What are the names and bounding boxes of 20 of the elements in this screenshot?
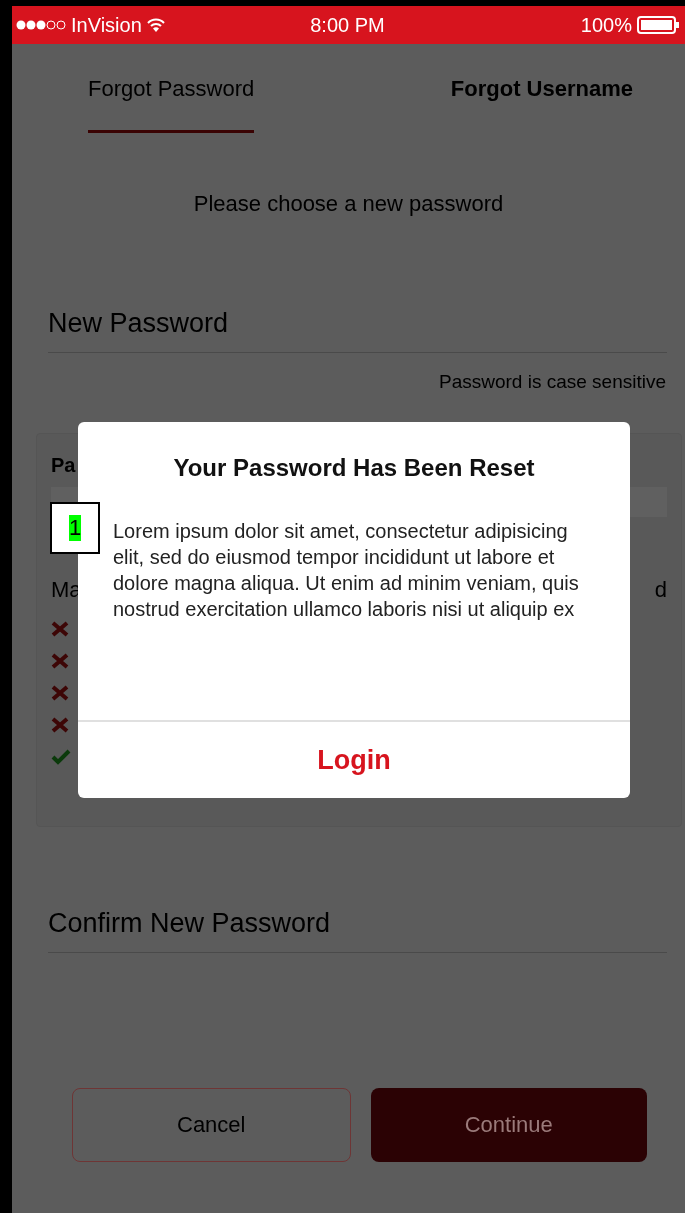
wifi-icon <box>146 18 165 32</box>
instruction-text: Please choose a new password <box>192 191 505 217</box>
continue-button[interactable]: Continue <box>370 1088 647 1162</box>
tab[interactable]: Forgot Username <box>450 44 633 133</box>
battery-icon <box>637 16 679 34</box>
signal-icon <box>16 19 66 31</box>
panel-title: Pa <box>51 454 76 477</box>
status-time: 8:00 PM <box>310 13 385 37</box>
dialog-title: Your Password Has Been Reset <box>172 454 536 482</box>
carrier-name: InVision <box>71 13 142 37</box>
dialog-message: Lorem ipsum dolor sit amet, consectetur adipisicing elit, sed do eiusmod tempor incididunt ut labore et dolore magna aliqua. Ut enim ad minim veniam, quis nostrud exercitation ullamco laboris nisi ut aliquip ex <box>112 519 580 622</box>
rule-text: d <box>654 577 667 603</box>
tab[interactable]: Forgot Password <box>88 44 255 133</box>
new-password-field[interactable]: New Password <box>48 295 667 353</box>
login-button[interactable]: Login <box>78 720 630 798</box>
battery-percent: 100% <box>580 13 632 37</box>
confirm-password-field[interactable]: Confirm New Password <box>48 895 667 953</box>
cancel-button[interactable]: Cancel <box>72 1088 351 1162</box>
hint-text: Password is case sensitive <box>437 371 667 393</box>
annotation-marker: 1 <box>50 502 100 554</box>
